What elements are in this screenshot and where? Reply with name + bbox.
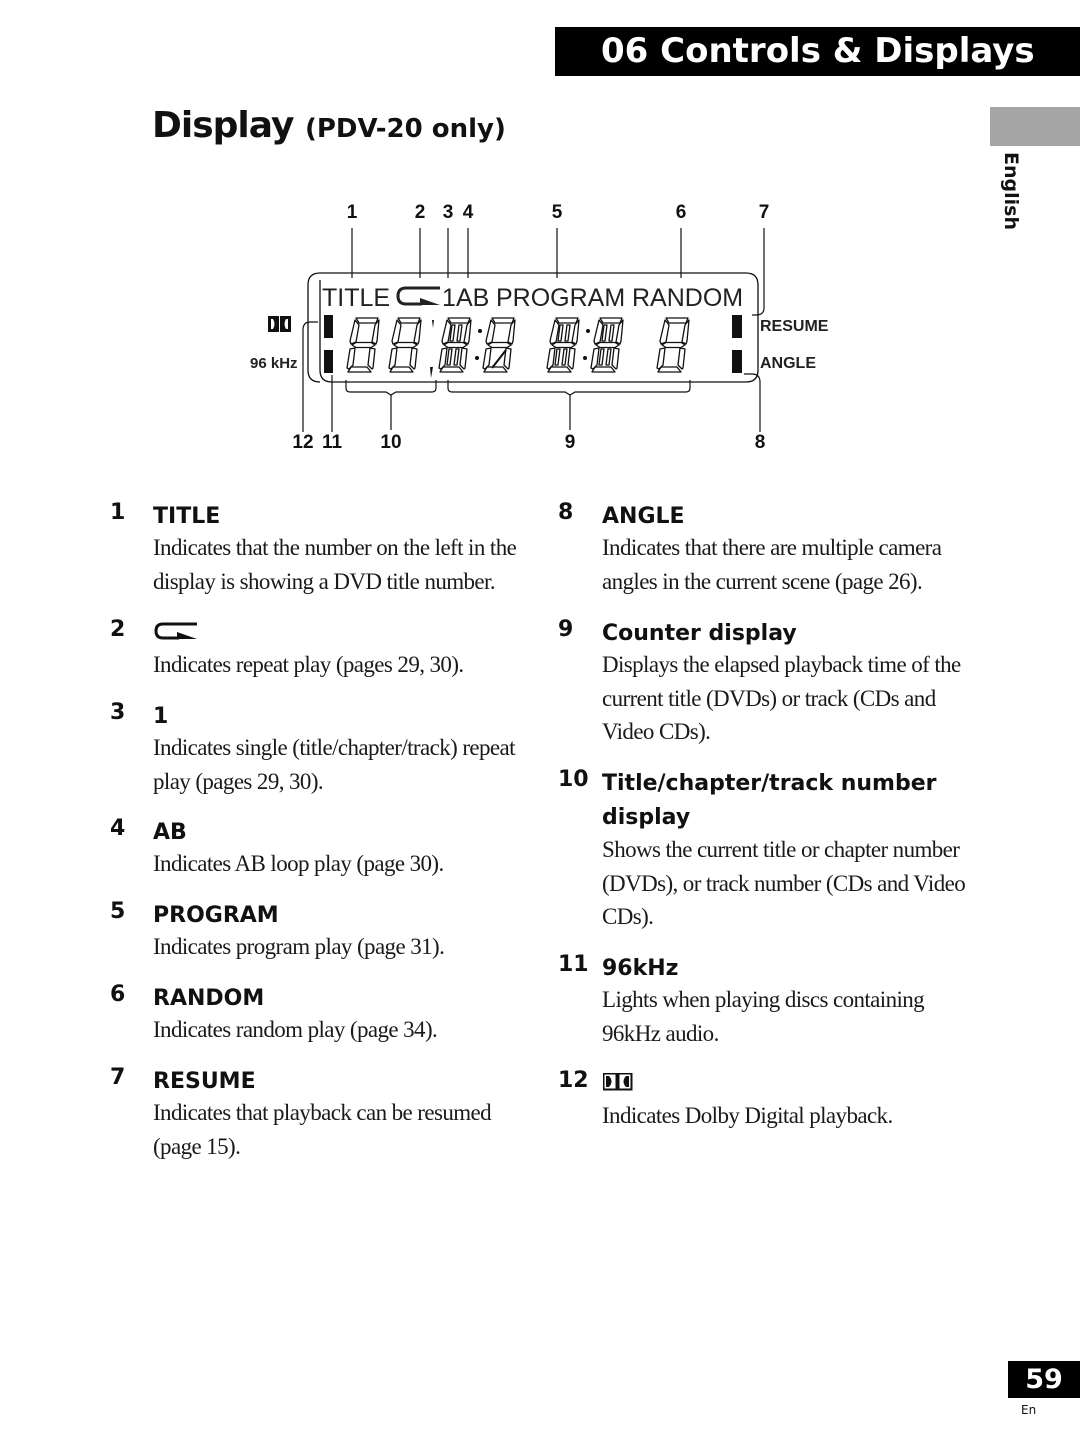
lcd-digit [438, 317, 472, 373]
item-number: 3 [110, 700, 126, 725]
callout-8: 8 [755, 432, 766, 453]
item-heading: RESUME [153, 1069, 256, 1094]
item-heading: 1 [153, 704, 169, 729]
callout-4: 4 [463, 202, 474, 223]
lcd-counter-display [438, 317, 690, 373]
section-title-bar: 06 Controls & Displays [555, 27, 1080, 76]
dolby-digital-icon [603, 1073, 633, 1091]
item-number: 10 [558, 767, 589, 792]
page-heading-model: (PDV-20 only) [304, 114, 506, 144]
item-number: 5 [110, 899, 126, 924]
item-description: Indicates that the number on the left in… [153, 535, 517, 594]
item-description: Shows the current title or chapter numbe… [602, 837, 966, 929]
lcd-title-number-display [346, 317, 422, 373]
item-number: 9 [558, 617, 574, 642]
lcd-digit [656, 317, 690, 373]
callout-3: 3 [443, 202, 454, 223]
item-description: Indicates random play (page 34). [153, 1017, 438, 1042]
item-heading: Counter display [602, 621, 797, 646]
lcd-digit [346, 317, 380, 373]
item-number: 12 [558, 1068, 589, 1093]
item-description: Indicates Dolby Digital playback. [602, 1103, 893, 1128]
item-heading: PROGRAM [153, 903, 279, 928]
item-description: Displays the elapsed playback time of th… [602, 652, 961, 744]
item-number: 2 [110, 617, 126, 642]
item-heading: Title/chapter/track number [602, 771, 937, 796]
item-heading: AB [153, 820, 187, 845]
lcd-digit [388, 317, 422, 373]
callout-2: 2 [415, 202, 426, 223]
item-number: 6 [110, 982, 126, 1007]
item-number: 4 [110, 816, 126, 841]
item-number: 1 [110, 500, 126, 525]
lcd-96khz-indicator-bar [324, 350, 333, 373]
lcd-digit [546, 317, 580, 373]
item-heading: ANGLE [602, 504, 685, 529]
page-number: 59 [1008, 1361, 1080, 1398]
section-title: 06 Controls & Displays [601, 31, 1035, 71]
callout-12: 12 [292, 432, 313, 453]
item-number: 7 [110, 1065, 126, 1090]
lcd-indicator-title: TITLE [322, 284, 390, 312]
item-description: Lights when playing discs containing 96kH… [602, 987, 925, 1046]
lcd-digit [590, 317, 624, 373]
page-heading-title: Display [152, 105, 294, 146]
lcd-indicator-program: PROGRAM [496, 284, 625, 312]
repeat-arrow-icon [396, 286, 440, 306]
language-tab: English [990, 152, 1030, 242]
item-number: 11 [558, 952, 589, 977]
item-description: Indicates that playback can be resumed (p… [153, 1100, 492, 1159]
item-description: Indicates AB loop play (page 30). [153, 851, 444, 876]
lcd-resume-indicator-bar [732, 315, 742, 338]
display-diagram: 1 2 3 4 5 6 7 12 11 10 9 8 TITLE 1 AB PR… [250, 202, 829, 453]
callout-11: 11 [322, 432, 343, 453]
lcd-indicator-ab: AB [456, 284, 489, 312]
item-heading-line2: display [602, 805, 691, 830]
item-description: Indicates repeat play (pages 29, 30). [153, 652, 464, 677]
repeat-arrow-icon [154, 622, 197, 640]
lcd-indicator-random: RANDOM [632, 284, 743, 312]
lcd-label-resume: RESUME [760, 318, 829, 335]
page-heading: Display (PDV-20 only) [152, 105, 506, 146]
language-tab-marker [990, 107, 1080, 146]
item-heading: TITLE [153, 504, 221, 529]
callout-1: 1 [347, 202, 358, 223]
lcd-label-angle: ANGLE [760, 355, 816, 372]
lcd-dolby-indicator-bar [324, 315, 333, 338]
lcd-label-96khz: 96 kHz [250, 355, 298, 372]
item-number: 8 [558, 500, 574, 525]
lcd-angle-indicator-bar [732, 350, 742, 373]
item-description: Indicates program play (page 31). [153, 934, 445, 959]
callout-10: 10 [380, 432, 401, 453]
item-description: Indicates that there are multiple camera… [602, 535, 942, 594]
leader-lines [302, 228, 765, 432]
page-language-code: En [1021, 1403, 1037, 1417]
item-description: Indicates single (title/chapter/track) r… [153, 735, 515, 794]
item-heading: RANDOM [153, 986, 265, 1011]
item-heading: 96kHz [602, 956, 679, 981]
dolby-digital-icon [268, 316, 291, 332]
callout-7: 7 [759, 202, 770, 223]
callout-6: 6 [676, 202, 687, 223]
language-tab-label: English [1000, 152, 1022, 230]
callout-5: 5 [552, 202, 563, 223]
lcd-indicator-one: 1 [442, 284, 456, 312]
lcd-digit [482, 317, 516, 373]
callout-9: 9 [565, 432, 576, 453]
